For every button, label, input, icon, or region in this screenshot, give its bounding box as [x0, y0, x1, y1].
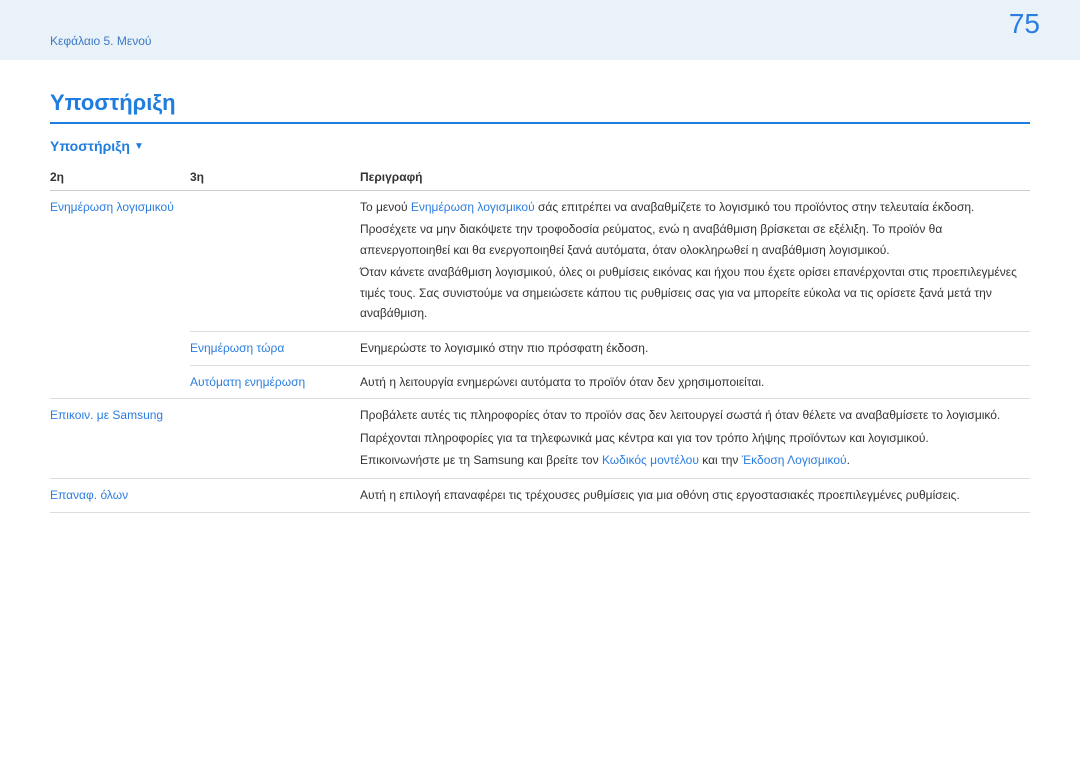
cell-empty — [190, 399, 360, 479]
text: Επικοινωνήστε με τη Samsung και βρείτε τ… — [360, 453, 602, 467]
text: σάς επιτρέπει να αναβαθμίζετε το λογισμι… — [535, 200, 975, 214]
th-col3: Περιγραφή — [360, 164, 1030, 191]
table-row: Επικοιν. με Samsung Προβάλετε αυτές τις … — [50, 399, 1030, 479]
cell-reset-all: Επαναφ. όλων — [50, 479, 190, 512]
cell-desc: Το μενού Ενημέρωση λογισμικού σάς επιτρέ… — [360, 191, 1030, 332]
page-title: Υποστήριξη — [50, 90, 1030, 124]
cell-update-now: Ενημέρωση τώρα — [190, 332, 360, 365]
inline-link-sw-version: Έκδοση Λογισμικού — [742, 453, 847, 467]
cell-empty — [190, 479, 360, 512]
th-col2: 3η — [190, 164, 360, 191]
page-number: 75 — [1009, 8, 1040, 40]
table-header-row: 2η 3η Περιγραφή — [50, 164, 1030, 191]
text: . — [847, 453, 850, 467]
inline-link-model-code: Κωδικός μοντέλου — [602, 453, 699, 467]
cell-software-update: Ενημέρωση λογισμικού — [50, 191, 190, 399]
cell-desc: Αυτή η επιλογή επαναφέρει τις τρέχουσες … — [360, 479, 1030, 512]
cell-empty — [190, 191, 360, 332]
text: Όταν κάνετε αναβάθμιση λογισμικού, όλες … — [360, 262, 1026, 323]
section-label: Υποστήριξη — [50, 138, 130, 154]
th-col1: 2η — [50, 164, 190, 191]
text: και την — [699, 453, 742, 467]
text: Παρέχονται πληροφορίες για τα τηλεφωνικά… — [360, 428, 1026, 448]
table-row: Ενημέρωση τώρα Ενημερώστε το λογισμικό σ… — [50, 332, 1030, 365]
cell-desc: Ενημερώστε το λογισμικό στην πιο πρόσφατ… — [360, 332, 1030, 365]
table-row: Επαναφ. όλων Αυτή η επιλογή επαναφέρει τ… — [50, 479, 1030, 512]
cell-desc: Αυτή η λειτουργία ενημερώνει αυτόματα το… — [360, 365, 1030, 398]
cell-desc: Προβάλετε αυτές τις πληροφορίες όταν το … — [360, 399, 1030, 479]
chevron-down-icon: ▼ — [134, 141, 144, 152]
inline-link-software-update: Ενημέρωση λογισμικού — [411, 200, 535, 214]
breadcrumb[interactable]: Κεφάλαιο 5. Μενού — [50, 34, 151, 48]
text: Το μενού — [360, 200, 411, 214]
section-header[interactable]: Υποστήριξη ▼ — [50, 138, 1030, 154]
text: Προβάλετε αυτές τις πληροφορίες όταν το … — [360, 405, 1026, 425]
text: Προσέχετε να μην διακόψετε την τροφοδοσί… — [360, 219, 1026, 260]
header-bar: Κεφάλαιο 5. Μενού 75 — [0, 0, 1080, 60]
content-area: Υποστήριξη Υποστήριξη ▼ 2η 3η Περιγραφή … — [0, 60, 1080, 513]
cell-contact-samsung: Επικοιν. με Samsung — [50, 399, 190, 479]
support-table: 2η 3η Περιγραφή Ενημέρωση λογισμικού Το … — [50, 164, 1030, 513]
cell-auto-update: Αυτόματη ενημέρωση — [190, 365, 360, 398]
table-row: Αυτόματη ενημέρωση Αυτή η λειτουργία ενη… — [50, 365, 1030, 398]
table-row: Ενημέρωση λογισμικού Το μενού Ενημέρωση … — [50, 191, 1030, 332]
